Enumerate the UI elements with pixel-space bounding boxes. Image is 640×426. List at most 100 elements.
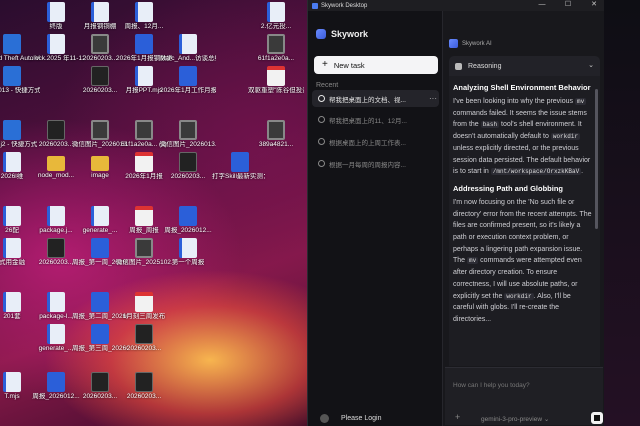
task-title: 根据桌面上的上周工作表... [329, 139, 406, 147]
login-button[interactable]: Please Login [320, 414, 381, 423]
task-title: 根据一月每周的周报内容... [329, 161, 406, 169]
desktop-icon[interactable]: 打字Skill最新实测：一键... [212, 152, 268, 181]
pdf-file-icon [135, 206, 153, 226]
word-file-icon [179, 206, 197, 226]
recent-task-item[interactable]: 根据一月每周的周报内容... [312, 155, 439, 172]
img-file-icon [267, 120, 285, 140]
exe-file-icon [47, 238, 65, 258]
maximize-button[interactable]: ☐ [557, 0, 579, 11]
skywork-window: Skywork Desktop — ☐ ✕ Skywork + New task… [307, 0, 605, 426]
desktop-icon[interactable]: 1月刻三周发布 [116, 292, 172, 321]
desktop-icon[interactable]: 20260203... [160, 152, 216, 181]
img-file-icon [91, 120, 109, 140]
recent-task-item[interactable]: 帮我把桌面上的11、12月... [312, 111, 439, 128]
doc-file-icon [135, 66, 153, 86]
task-title: 帮我把桌面上的11、12月... [329, 117, 407, 125]
text-span: I'm now focusing on the 'No such file or… [453, 198, 592, 265]
chat-pane: Skywork AI Reasoning ⌄ Analyzing Shell E… [443, 11, 605, 426]
desktop-icon-label: 周报_2026012... [164, 227, 212, 234]
doc-file-icon [47, 2, 65, 22]
clock-icon [318, 95, 325, 102]
desktop-icon-label: 2.亿元投... [260, 23, 292, 30]
new-task-label: New task [333, 60, 365, 70]
minimize-button[interactable]: — [531, 0, 553, 11]
chat-input-placeholder[interactable]: How can I help you today? [453, 382, 530, 389]
app-icon [312, 2, 318, 9]
new-task-button[interactable]: + New task [314, 56, 438, 74]
add-attachment-button[interactable]: + [455, 412, 460, 422]
desktop-icon[interactable]: 61f1a2e0a... [248, 34, 304, 63]
desktop-icon-label: 20260203... [126, 393, 162, 400]
inline-code: mv [574, 98, 587, 105]
inline-code: bash [480, 121, 500, 129]
desktop-icon[interactable]: pes2013 - 快捷方式 [0, 66, 40, 95]
app-file-icon [3, 120, 21, 140]
more-options-icon[interactable]: ··· [427, 94, 439, 103]
desktop-icon[interactable]: 微信图片_2026013... [160, 120, 216, 149]
desktop-icon[interactable]: Marc_And...访谈总结与... [160, 34, 216, 63]
window-title: Skywork Desktop [321, 2, 368, 9]
brand: Skywork [316, 29, 368, 39]
desktop-icon-label: Marc_And...访谈总结与... [160, 55, 216, 62]
exe-file-icon [91, 66, 109, 86]
text-span: . [581, 168, 584, 176]
assistant-header: Skywork AI [449, 39, 492, 48]
desktop-icon-label: 389a4821... [258, 141, 294, 148]
login-label: Please Login [341, 415, 382, 422]
inline-code: mv [467, 257, 479, 265]
doc-file-icon [179, 238, 197, 258]
clock-icon [318, 116, 325, 123]
desktop-icon[interactable]: 第一个周报 [160, 238, 216, 267]
word-file-icon [91, 324, 109, 344]
close-button[interactable]: ✕ [583, 0, 605, 11]
clock-icon [318, 160, 325, 167]
desktop-icon[interactable]: 389a4821... [248, 120, 304, 149]
desktop-icon[interactable]: 20260203... [116, 372, 172, 401]
pdf-file-icon [135, 152, 153, 172]
reasoning-toggle[interactable]: Reasoning ⌄ [449, 56, 600, 76]
skywork-ai-icon [449, 39, 458, 48]
img-file-icon [91, 34, 109, 54]
desktop-icon-label: 打字Skill最新实测：一键... [212, 173, 268, 180]
avatar [320, 414, 329, 423]
exe-file-icon [47, 120, 65, 140]
desktop-icon-label: 20260203... [170, 173, 206, 180]
model-name: gemini-3-pro-preview [481, 416, 543, 423]
doc-file-icon [47, 324, 65, 344]
word-file-icon [135, 34, 153, 54]
reasoning-heading: Addressing Path and Globbing [453, 183, 564, 193]
title-bar[interactable]: Skywork Desktop — ☐ ✕ [308, 0, 604, 11]
desktop-icon[interactable]: 2026年1月工作月报 [160, 66, 216, 95]
reasoning-paragraph: I'm now focusing on the 'No such file or… [453, 197, 592, 326]
doc-file-icon [179, 34, 197, 54]
skywork-logo-icon [316, 29, 326, 39]
model-selector[interactable]: gemini-3-pro-preview ⌄ [481, 415, 549, 423]
task-title: 帮我把桌面上的文档、视... [329, 96, 406, 104]
desktop-icon-label: 2026年1月工作月报 [160, 87, 216, 94]
exe-file-icon [135, 372, 153, 392]
doc-file-icon [3, 238, 21, 258]
word-file-icon [47, 372, 65, 392]
reasoning-icon [455, 62, 462, 70]
desktop-icon[interactable]: 周报、12月... [116, 2, 172, 31]
desktop-icon[interactable]: 2.亿元投... [248, 2, 304, 31]
recent-task-item[interactable]: 帮我把桌面上的文档、视... ··· [312, 90, 439, 107]
img-file-icon [179, 120, 197, 140]
desktop-icon[interactable]: 20260203... [116, 324, 172, 353]
img-file-icon [267, 34, 285, 54]
scrollbar[interactable] [595, 89, 598, 229]
desktop-edge [604, 0, 640, 426]
sidebar: Skywork + New task Recent 帮我把桌面上的文档、视...… [308, 11, 443, 426]
doc-file-icon [3, 372, 21, 392]
desktop-icon-label: 20260203... [126, 345, 162, 352]
exe-file-icon [179, 152, 197, 172]
chat-input-box[interactable]: How can I help you today? + gemini-3-pro… [445, 367, 603, 425]
desktop-icon[interactable]: 周报_2026012... [160, 206, 216, 235]
doc-file-icon [135, 2, 153, 22]
doc-file-icon [91, 206, 109, 226]
desktop-icon[interactable]: 双驱重塑"陈谷但投资义... [248, 66, 304, 95]
recent-task-item[interactable]: 根据桌面上的上周工作表... [312, 133, 439, 150]
stop-button[interactable] [591, 412, 603, 424]
folder-file-icon [47, 156, 65, 171]
desktop-icon-label: 周报、12月... [124, 23, 164, 30]
